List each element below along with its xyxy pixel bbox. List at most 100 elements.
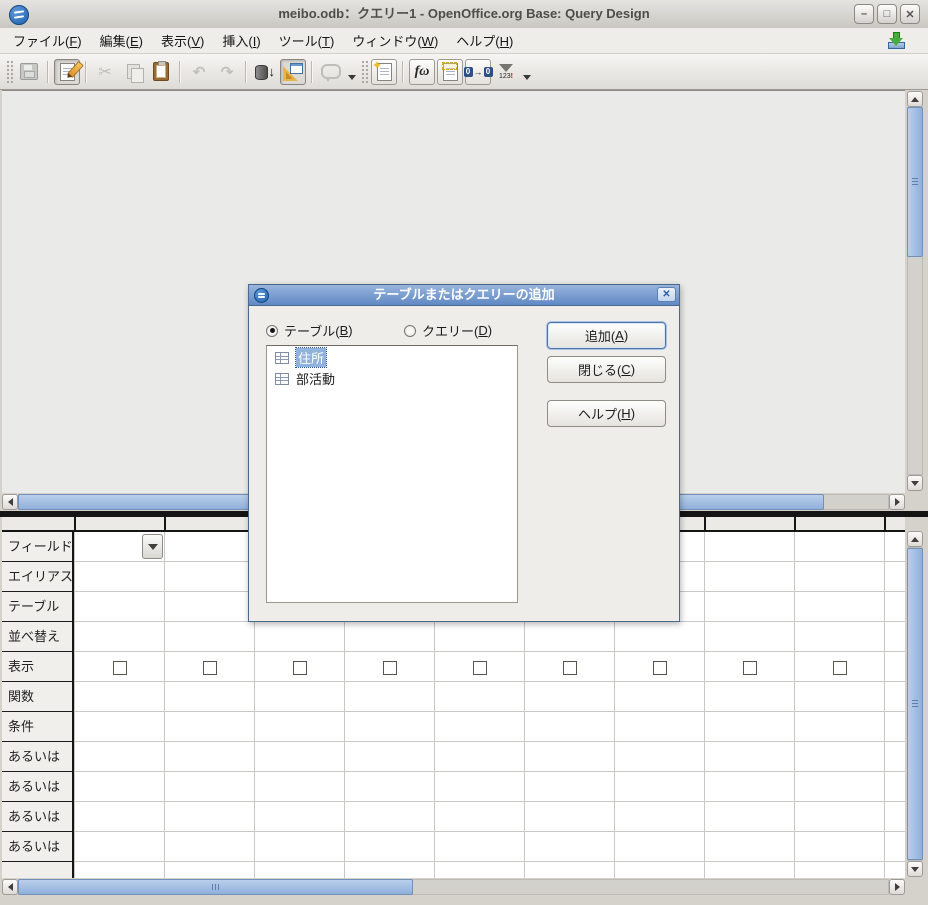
dialog-close-button[interactable]: ✕ <box>657 287 676 302</box>
edit-icon <box>59 60 84 81</box>
distinct-values-icon: 123! <box>499 63 513 80</box>
paste-button[interactable] <box>148 59 174 85</box>
grid-vertical-scrollbar[interactable] <box>905 531 925 877</box>
radio-tables[interactable]: テーブル(B) <box>266 321 353 340</box>
field-dropdown-button[interactable] <box>142 534 163 559</box>
maximize-button[interactable]: □ <box>877 4 897 24</box>
list-item-bukatsudou[interactable]: 部活動 <box>267 369 517 388</box>
add-table-dialog: テーブルまたはクエリーの追加 ✕ テーブル(B) クエリー(D) 住所 部活動 … <box>248 284 680 622</box>
menu-help[interactable]: ヘルプ(H) <box>447 28 522 53</box>
visible-checkbox[interactable] <box>653 661 667 675</box>
copy-icon <box>126 64 144 83</box>
redo-icon: ↷ <box>220 63 234 81</box>
grid-horizontal-scrollbar[interactable] <box>2 878 905 897</box>
menu-edit[interactable]: 編集(E) <box>91 28 152 53</box>
copy-button <box>120 59 146 85</box>
close-dialog-button[interactable]: 閉じる(C) <box>547 356 666 383</box>
dialog-title: テーブルまたはクエリーの追加 <box>373 287 555 302</box>
row-label-or: あるいは <box>8 839 61 854</box>
design-view-icon <box>283 62 303 81</box>
row-label-visible: 表示 <box>8 659 35 674</box>
scroll-left-button[interactable] <box>2 879 18 895</box>
callout-button <box>318 59 344 85</box>
row-label-field: フィールド <box>8 539 72 554</box>
visible-checkbox[interactable] <box>293 661 307 675</box>
update-available-icon[interactable] <box>886 31 906 51</box>
menu-window[interactable]: ウィンドウ(W) <box>343 28 447 53</box>
menu-view[interactable]: 表示(V) <box>152 28 213 53</box>
row-label-or: あるいは <box>8 809 61 824</box>
row-label-alias: エイリアス <box>8 569 72 584</box>
menu-tools[interactable]: ツール(T) <box>270 28 344 53</box>
menubar: ファイル(F) 編集(E) 表示(V) 挿入(I) ツール(T) ウィンドウ(W… <box>0 28 928 54</box>
scroll-thumb[interactable] <box>907 548 923 860</box>
scroll-left-button[interactable] <box>2 494 18 510</box>
alias-icon: 0 → 0 <box>463 66 493 77</box>
row-label-table: テーブル <box>8 599 60 614</box>
table-icon <box>275 372 289 385</box>
functions-icon: fω <box>414 63 430 79</box>
visible-checkbox[interactable] <box>743 661 757 675</box>
menu-file[interactable]: ファイル(F) <box>4 28 91 53</box>
undo-icon: ↶ <box>192 63 206 81</box>
scroll-up-button[interactable] <box>907 91 923 107</box>
add-button[interactable]: 追加(A) <box>547 322 666 349</box>
toolbar-more-arrow[interactable] <box>348 75 356 80</box>
help-button[interactable]: ヘルプ(H) <box>547 400 666 427</box>
scroll-down-button[interactable] <box>907 475 923 491</box>
scroll-right-button[interactable] <box>889 494 905 510</box>
redo-button: ↷ <box>214 59 240 85</box>
add-table-icon: ✦ <box>373 60 392 81</box>
scroll-thumb[interactable] <box>18 879 413 895</box>
alias-toggle-button[interactable]: 0 → 0 <box>463 58 493 85</box>
visible-checkbox[interactable] <box>563 661 577 675</box>
list-item-juusho[interactable]: 住所 <box>267 347 517 368</box>
save-icon <box>20 63 38 80</box>
menu-insert[interactable]: 挿入(I) <box>213 28 269 53</box>
close-button[interactable]: ✕ <box>900 4 920 24</box>
row-label-criterion: 条件 <box>8 719 35 734</box>
design-view-button[interactable] <box>280 58 306 85</box>
chevron-down-icon <box>147 543 158 550</box>
cut-icon: ✂ <box>98 63 112 81</box>
cut-button: ✂ <box>92 59 118 85</box>
distinct-values-button[interactable]: 123! <box>493 59 519 85</box>
dialog-titlebar[interactable]: テーブルまたはクエリーの追加 ✕ <box>249 285 679 306</box>
toolbar-more-arrow[interactable] <box>523 75 531 80</box>
visible-checkbox[interactable] <box>113 661 127 675</box>
visible-checkbox[interactable] <box>473 661 487 675</box>
visible-checkbox[interactable] <box>203 661 217 675</box>
save-button <box>16 59 42 85</box>
radio-queries[interactable]: クエリー(D) <box>404 321 492 340</box>
toolbar-grip[interactable] <box>361 59 368 84</box>
scroll-up-button[interactable] <box>907 531 923 547</box>
add-table-button[interactable]: ✦ <box>371 58 397 85</box>
row-label-function: 関数 <box>8 689 35 704</box>
run-query-button[interactable]: ↓ <box>252 59 278 85</box>
scroll-thumb[interactable] <box>907 107 923 257</box>
toolbar-grip[interactable] <box>6 59 13 84</box>
paste-icon <box>153 61 169 81</box>
upper-vertical-scrollbar[interactable] <box>905 91 925 491</box>
row-label-or: あるいは <box>8 749 61 764</box>
visible-checkbox[interactable] <box>833 661 847 675</box>
undo-button: ↶ <box>186 59 212 85</box>
window-title: meibo.odb：クエリー1 - OpenOffice.org Base: Q… <box>278 6 650 21</box>
row-label-sort: 並べ替え <box>8 629 61 644</box>
table-name-icon <box>441 61 458 81</box>
table-icon <box>275 351 289 364</box>
visible-checkbox[interactable] <box>383 661 397 675</box>
run-query-icon: ↓ <box>255 63 275 81</box>
table-list[interactable]: 住所 部活動 <box>266 345 518 603</box>
radio-selected-icon <box>266 324 278 337</box>
edit-data-button[interactable] <box>54 58 84 85</box>
minimize-button[interactable]: – <box>854 4 874 24</box>
scroll-right-button[interactable] <box>889 879 905 895</box>
scroll-down-button[interactable] <box>907 861 923 877</box>
radio-unselected-icon <box>404 324 416 337</box>
titlebar: meibo.odb：クエリー1 - OpenOffice.org Base: Q… <box>0 0 928 29</box>
toolbar: ✂ ↶ ↷ ↓ ✦ fω 0 → 0 123! <box>0 54 928 90</box>
functions-toggle-button[interactable]: fω <box>409 58 435 85</box>
row-label-or: あるいは <box>8 779 61 794</box>
table-name-toggle-button[interactable] <box>437 58 463 85</box>
